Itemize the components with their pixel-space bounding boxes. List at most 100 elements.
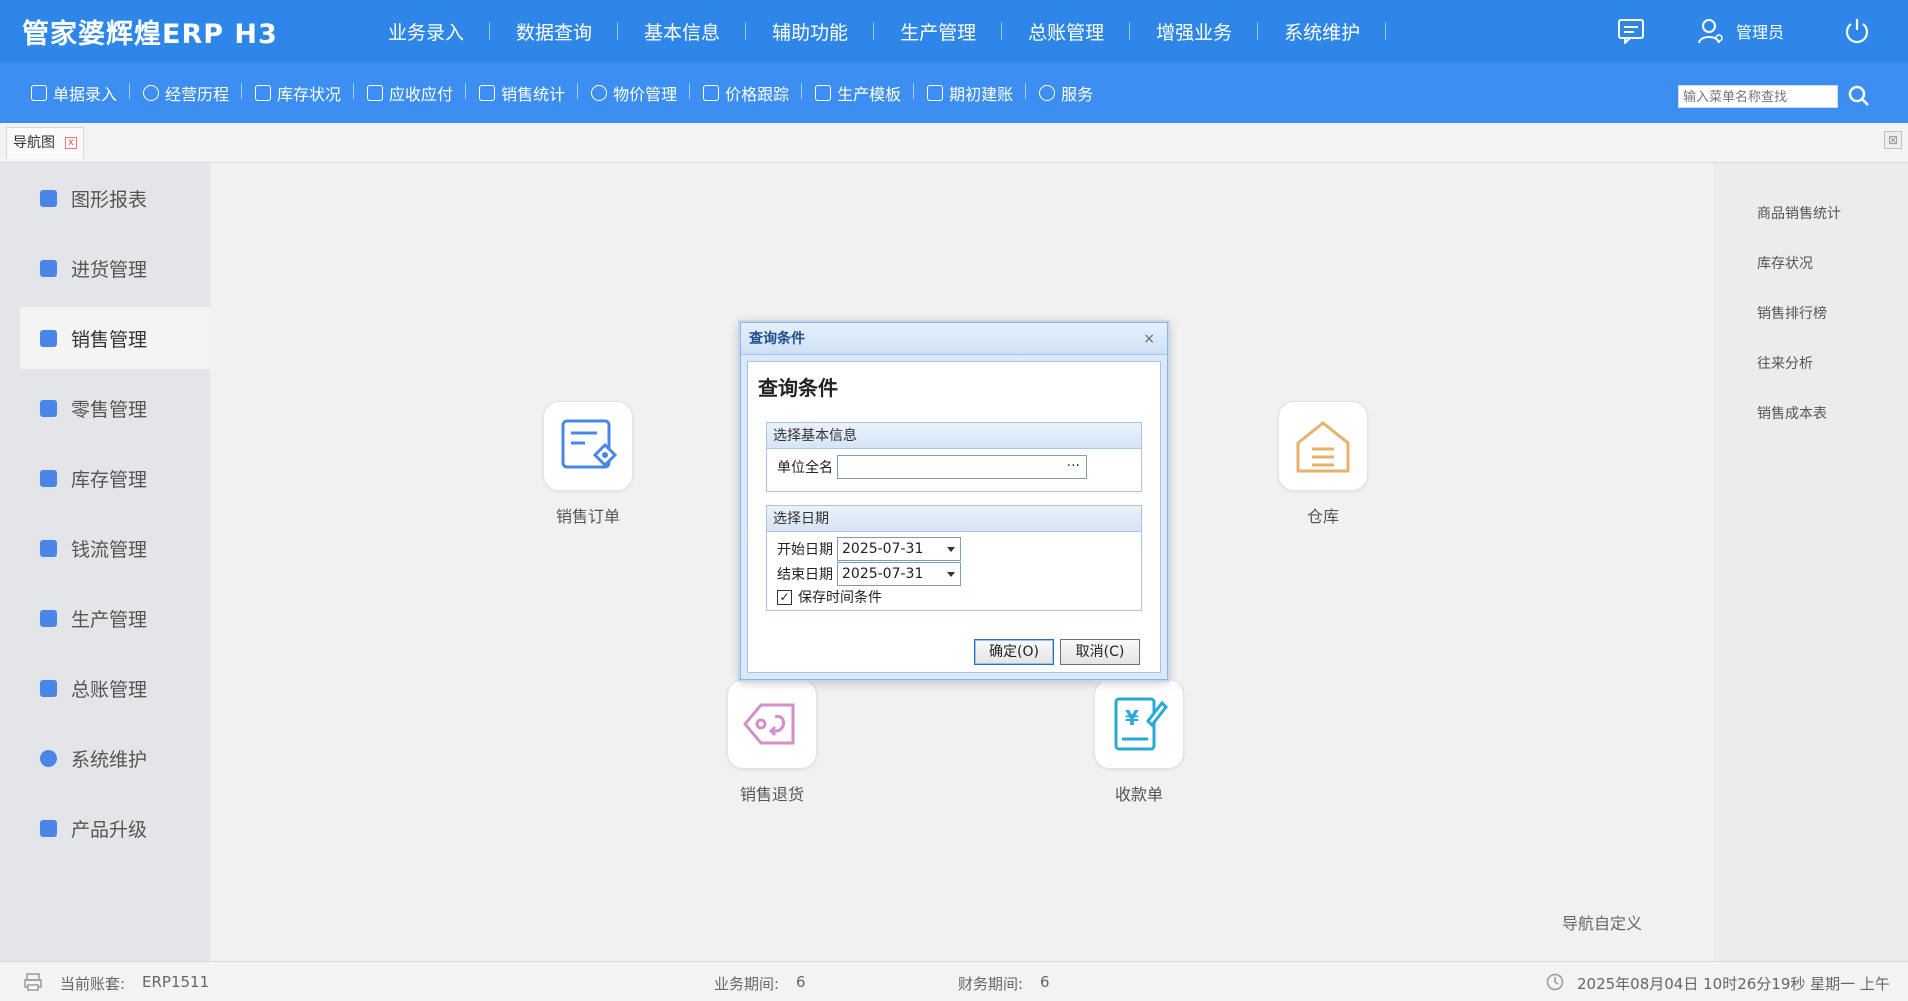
group-title-date: 选择日期 [767, 506, 1141, 532]
calendar-icon [255, 84, 272, 101]
end-date-row: 结束日期 2025-07-31 [777, 562, 961, 586]
top-nav-item-business-entry[interactable]: 业务录入 [362, 18, 491, 45]
toolbar-item-price-tracking[interactable]: 价格跟踪 [690, 81, 803, 105]
report-link-sales-cost[interactable]: 销售成本表 [1757, 403, 1827, 423]
top-nav-item-basic-info[interactable]: 基本信息 [618, 18, 747, 45]
ok-button[interactable]: 确定(O) [974, 639, 1054, 665]
toolbar-item-price-management[interactable]: 物价管理 [578, 81, 691, 105]
message-icon[interactable] [1616, 16, 1646, 46]
ledger-icon [367, 84, 384, 101]
toolbar-item-label: 生产模板 [837, 84, 902, 104]
sidebar-item-graph-reports[interactable]: 图形报表 [20, 167, 210, 229]
flow-node-receipt[interactable]: ¥ 收款单 [1084, 679, 1194, 805]
flow-node-label: 仓库 [1306, 507, 1339, 526]
save-time-row: ✓ 保存时间条件 [777, 587, 882, 607]
sidebar-item-general-ledger[interactable]: 总账管理 [20, 657, 210, 719]
toolbar-item-opening-setup[interactable]: 期初建账 [914, 81, 1027, 105]
chevron-down-icon[interactable] [947, 572, 955, 577]
toolbar-item-document-entry[interactable]: 单据录入 [18, 81, 131, 105]
business-period-label: 业务期间: [714, 975, 780, 993]
power-icon[interactable] [1842, 16, 1872, 46]
navigation-customize-link[interactable]: 导航自定义 [1562, 910, 1642, 934]
sidebar: 图形报表 进货管理 销售管理 零售管理 库存管理 钱流管理 生产管理 总账管理 … [0, 163, 210, 961]
toolbar-item-label: 物价管理 [613, 84, 678, 104]
username-label[interactable]: 管理员 [1736, 19, 1784, 43]
svg-text:¥: ¥ [1125, 706, 1139, 730]
close-tab-icon[interactable]: x [65, 137, 77, 149]
header-actions: 管理员 [1616, 0, 1908, 62]
sidebar-item-retail[interactable]: 零售管理 [20, 377, 210, 439]
finance-period-label: 财务期间: [958, 975, 1024, 993]
bar-chart-icon [40, 329, 57, 347]
sidebar-item-production[interactable]: 生产管理 [20, 587, 210, 649]
flag-icon [927, 84, 944, 101]
report-link-account-analysis[interactable]: 往来分析 [1757, 353, 1813, 373]
top-nav-item-system[interactable]: 系统维护 [1258, 18, 1387, 45]
report-link-stock-status[interactable]: 库存状况 [1757, 253, 1813, 273]
sidebar-item-label: 钱流管理 [71, 538, 148, 561]
top-header: 管家婆辉煌ERP H3 业务录入 数据查询 基本信息 辅助功能 生产管理 总账管… [0, 0, 1908, 62]
status-bar: 当前账套: ERP1511 业务期间: 6 财务期间: 6 2025年08月04… [0, 961, 1908, 1001]
template-icon [815, 84, 832, 101]
toolbar-item-service[interactable]: 服务 [1026, 81, 1106, 105]
cancel-button[interactable]: 取消(C) [1060, 639, 1140, 665]
tab-navigation-map[interactable]: 导航图 x [6, 127, 84, 159]
menu-search [1678, 81, 1874, 111]
flow-node-label: 收款单 [1114, 785, 1163, 804]
account-label: 当前账套: [60, 975, 126, 993]
dialog-title: 查询条件 [749, 331, 805, 347]
start-date-row: 开始日期 2025-07-31 [777, 537, 961, 561]
toolbar-item-production-template[interactable]: 生产模板 [802, 81, 915, 105]
menu-search-input[interactable] [1678, 84, 1838, 108]
flow-node-sales-order[interactable]: 销售订单 [533, 401, 643, 527]
help-icon [1039, 84, 1056, 101]
top-nav-item-production[interactable]: 生产管理 [874, 18, 1003, 45]
toolbar-item-business-history[interactable]: 经营历程 [130, 81, 243, 105]
toolbar-item-label: 销售统计 [501, 84, 566, 104]
end-date-picker[interactable]: 2025-07-31 [837, 562, 961, 586]
toolbar-item-sales-stats[interactable]: 销售统计 [466, 81, 579, 105]
dialog-heading: 查询条件 [758, 376, 838, 400]
toolbar-item-label: 服务 [1061, 84, 1094, 104]
top-nav-item-data-query[interactable]: 数据查询 [490, 18, 619, 45]
close-all-tabs-icon[interactable]: ⊠ [1884, 131, 1902, 149]
browse-ellipsis-icon[interactable]: ··· [1067, 458, 1080, 474]
chevron-down-icon[interactable] [947, 547, 955, 552]
top-nav-item-ledger[interactable]: 总账管理 [1002, 18, 1131, 45]
upgrade-icon [40, 819, 57, 837]
sidebar-item-system-maintenance[interactable]: 系统维护 [20, 727, 210, 789]
user-icon[interactable] [1696, 16, 1726, 46]
sidebar-item-cashflow[interactable]: 钱流管理 [20, 517, 210, 579]
sidebar-item-sales[interactable]: 销售管理 [20, 307, 210, 369]
top-nav-item-enhanced[interactable]: 增强业务 [1130, 18, 1259, 45]
unit-name-label: 单位全名 [777, 460, 833, 476]
sales-order-icon [543, 401, 633, 491]
report-link-product-sales-stats[interactable]: 商品销售统计 [1757, 203, 1841, 223]
current-datetime: 2025年08月04日 10时26分19秒 星期一 上午 [1577, 975, 1890, 993]
close-icon[interactable]: × [1143, 323, 1155, 355]
clock-icon [1546, 973, 1564, 995]
flow-node-sales-return[interactable]: 销售退货 [717, 679, 827, 805]
start-date-picker[interactable]: 2025-07-31 [837, 537, 961, 561]
unit-name-field[interactable]: ··· [837, 455, 1087, 479]
toolbar-items: 单据录入 经营历程 库存状况 应收应付 销售统计 物价管理 价格跟踪 生产模板 … [18, 62, 1106, 123]
flow-node-warehouse[interactable]: 仓库 [1268, 401, 1378, 527]
sidebar-item-inventory[interactable]: 库存管理 [20, 447, 210, 509]
toolbar-item-receivable-payable[interactable]: 应收应付 [354, 81, 467, 105]
group-title-basic-info: 选择基本信息 [767, 423, 1141, 449]
save-time-checkbox[interactable]: ✓ [777, 589, 792, 605]
money-icon [40, 539, 57, 557]
sales-return-icon [727, 679, 817, 769]
search-icon[interactable] [1844, 81, 1874, 111]
flow-node-label: 销售退货 [739, 785, 804, 804]
top-nav-item-auxiliary[interactable]: 辅助功能 [746, 18, 875, 45]
report-link-sales-ranking[interactable]: 销售排行榜 [1757, 303, 1827, 323]
sidebar-item-label: 库存管理 [71, 468, 148, 491]
sidebar-item-purchase[interactable]: 进货管理 [20, 237, 210, 299]
sidebar-item-upgrade[interactable]: 产品升级 [20, 797, 210, 859]
flow-node-label: 销售订单 [555, 507, 620, 526]
unit-name-row: 单位全名 ··· [777, 455, 1087, 479]
toolbar-item-stock-status[interactable]: 库存状况 [242, 81, 355, 105]
toolbar-item-label: 库存状况 [277, 84, 342, 104]
quick-toolbar: 单据录入 经营历程 库存状况 应收应付 销售统计 物价管理 价格跟踪 生产模板 … [0, 62, 1908, 123]
